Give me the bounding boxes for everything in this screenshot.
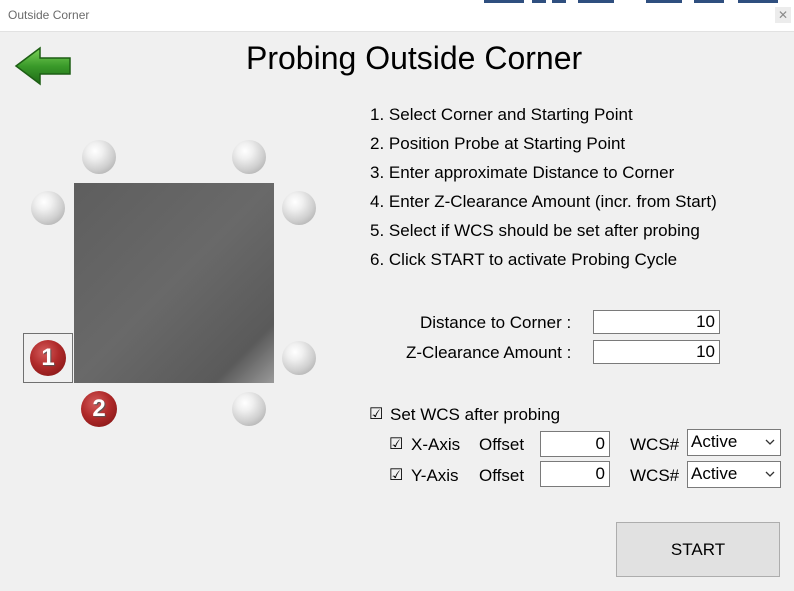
distance-to-corner-input[interactable]: 10 <box>593 310 720 334</box>
instruction-item: 1. Select Corner and Starting Point <box>370 105 633 124</box>
y-axis-label: Y-Axis <box>411 466 459 485</box>
x-offset-input[interactable]: 0 <box>540 431 610 457</box>
y-offset-label: Offset <box>479 466 525 485</box>
start-point-marker[interactable]: 2 <box>81 391 117 427</box>
x-offset-label: Offset <box>479 435 525 454</box>
workpiece-square <box>74 183 274 383</box>
start-button[interactable]: START <box>616 522 780 577</box>
instruction-item: 6. Click START to activate Probing Cycle <box>370 250 678 269</box>
probe-point-top-right[interactable] <box>232 140 266 174</box>
chevron-down-icon <box>765 471 775 477</box>
title-bar: Outside Corner ✕ <box>0 0 794 32</box>
z-clearance-input[interactable]: 10 <box>593 340 720 364</box>
window-title: Outside Corner <box>8 8 90 22</box>
corner-marker[interactable]: 1 <box>30 340 66 376</box>
probe-point-top-left[interactable] <box>82 140 116 174</box>
x-wcs-value: Active <box>691 432 738 451</box>
instruction-item: 3. Enter approximate Distance to Corner <box>370 163 675 182</box>
title-bar-accent-6 <box>694 0 724 3</box>
probe-point-right-top[interactable] <box>282 191 316 225</box>
close-icon: ✕ <box>777 8 789 22</box>
distance-to-corner-label: Distance to Corner : <box>420 313 572 332</box>
instructions-list: 1. Select Corner and Starting Point 2. P… <box>370 105 717 279</box>
x-wcs-select[interactable]: Active <box>687 429 781 456</box>
instruction-item: 5. Select if WCS should be set after pro… <box>370 221 700 240</box>
probe-point-right-bottom[interactable] <box>282 341 316 375</box>
y-wcs-select[interactable]: Active <box>687 461 781 488</box>
close-button[interactable]: ✕ <box>775 7 791 23</box>
back-arrow-icon <box>14 46 71 86</box>
back-button[interactable] <box>14 46 72 86</box>
title-bar-accent-2 <box>532 0 546 3</box>
title-bar-accent-7 <box>738 0 778 3</box>
probe-point-left-top[interactable] <box>31 191 65 225</box>
y-wcs-label: WCS# <box>630 466 680 485</box>
y-offset-input[interactable]: 0 <box>540 461 610 487</box>
title-bar-accent-5 <box>646 0 682 3</box>
title-bar-accent-3 <box>552 0 566 3</box>
y-axis-checkbox[interactable]: ☑ <box>389 465 403 485</box>
instruction-item: 4. Enter Z-Clearance Amount (incr. from … <box>370 192 717 211</box>
title-bar-accent-4 <box>578 0 614 3</box>
x-axis-label: X-Axis <box>411 435 461 454</box>
instruction-item: 2. Position Probe at Starting Point <box>370 134 626 153</box>
x-axis-checkbox[interactable]: ☑ <box>389 434 403 454</box>
chevron-down-icon <box>765 439 775 445</box>
set-wcs-label: Set WCS after probing <box>390 405 561 424</box>
y-wcs-value: Active <box>691 464 738 483</box>
corner-selection-box[interactable]: 1 <box>23 333 73 383</box>
title-bar-accent-1 <box>484 0 524 3</box>
set-wcs-checkbox[interactable]: ☑ <box>369 404 383 424</box>
x-wcs-label: WCS# <box>630 435 680 454</box>
z-clearance-label: Z-Clearance Amount : <box>406 343 572 362</box>
page-title: Probing Outside Corner <box>246 40 583 76</box>
probe-point-bottom-right[interactable] <box>232 392 266 426</box>
